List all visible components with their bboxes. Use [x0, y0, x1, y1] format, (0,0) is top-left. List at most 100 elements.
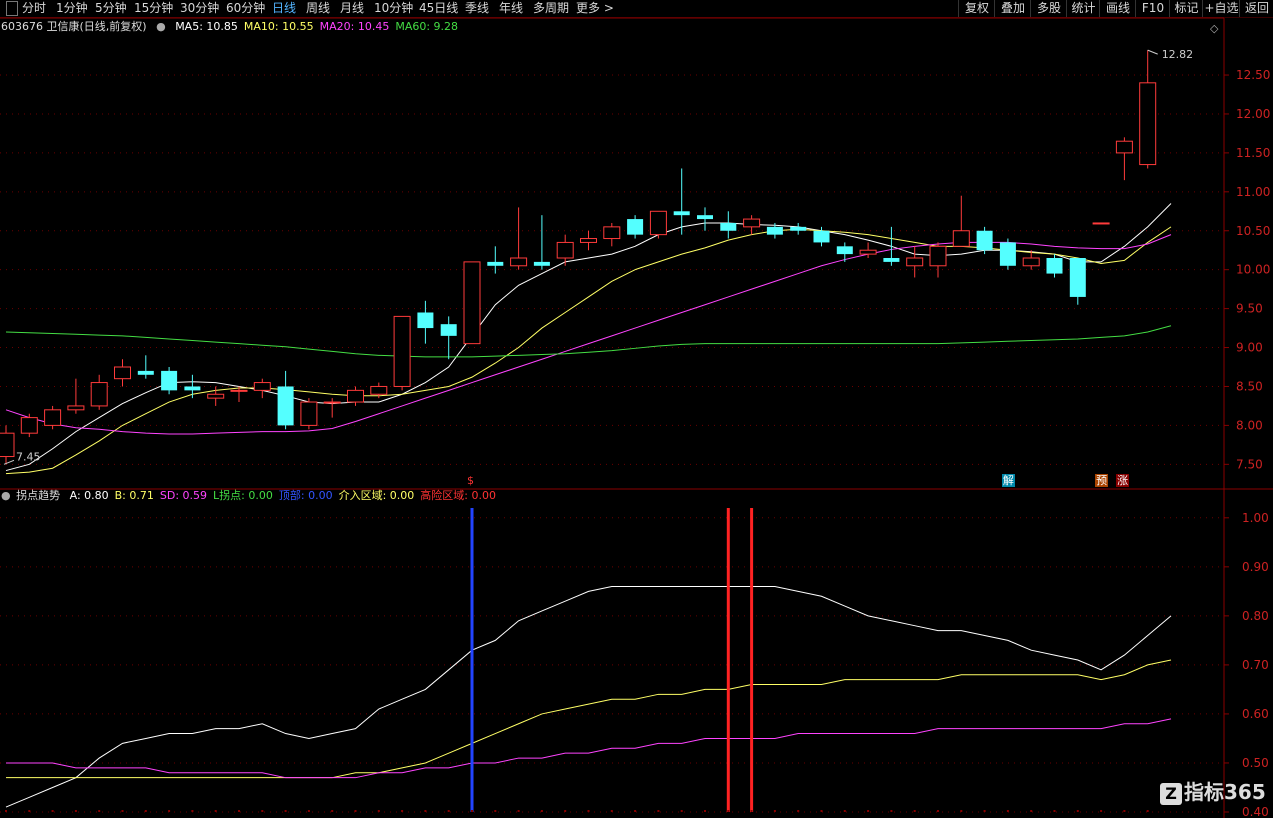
candle-body — [952, 230, 970, 247]
diamond-icon: ◇ — [1210, 22, 1219, 35]
signal-marker-3[interactable]: 涨 — [1116, 474, 1130, 487]
indicator-line-a — [5, 585, 1172, 808]
candle-body — [44, 409, 62, 426]
signal-marker-2[interactable]: 预 — [1095, 474, 1109, 487]
candle-body — [1092, 222, 1110, 225]
candle-body — [1046, 258, 1063, 274]
price-tick-label: 9.50 — [1236, 302, 1263, 316]
candle-body — [323, 401, 341, 404]
x-axis-dot — [28, 810, 31, 812]
candle-body — [883, 258, 900, 262]
indicator-tick-label: 0.40 — [1242, 805, 1269, 818]
candle-body — [1069, 258, 1086, 297]
indicator-tick-label: 1.00 — [1242, 511, 1269, 525]
x-axis-dot — [5, 810, 7, 812]
x-axis-dot — [610, 810, 613, 812]
x-axis-dot — [820, 810, 823, 812]
price-tick-label: 8.50 — [1236, 379, 1263, 393]
candle-body — [649, 210, 667, 236]
candle-body — [1115, 140, 1133, 154]
x-axis-dot — [377, 810, 380, 812]
candle-body — [603, 226, 621, 240]
candle-body — [929, 245, 947, 267]
x-axis-dot — [1123, 810, 1126, 812]
x-axis-dot — [587, 810, 590, 812]
candle-body — [230, 389, 248, 392]
candle-body — [743, 218, 761, 228]
x-axis-dot — [634, 810, 637, 812]
x-axis-dot — [704, 810, 706, 812]
candle-body — [627, 219, 644, 235]
ma-line-ma10 — [5, 226, 1172, 475]
candle-body — [370, 385, 388, 395]
x-axis-dot — [354, 810, 357, 812]
low-price-label: 7.45 — [16, 450, 41, 463]
candle-body — [137, 370, 154, 375]
x-axis-dot — [727, 810, 730, 812]
candle-body — [114, 366, 131, 380]
candle-body — [300, 401, 318, 426]
kline-chart[interactable]: 7.50 8.00 8.50 9.00 9.50 10.00 10.50 11.00 11.50… — [0, 0, 1273, 818]
candle-body — [836, 246, 853, 255]
candle-body — [277, 386, 294, 426]
x-axis-dot — [447, 810, 450, 812]
candle-body — [463, 261, 481, 345]
candle-body — [440, 324, 457, 336]
candle-body — [510, 257, 528, 267]
candle-body — [580, 238, 597, 243]
candle-body — [697, 215, 713, 220]
high-pointer — [1147, 49, 1158, 55]
x-axis-dot — [74, 810, 77, 812]
price-tick-label: 11.50 — [1236, 146, 1270, 160]
x-axis-dot — [331, 810, 334, 812]
x-axis-dot — [401, 810, 404, 812]
x-axis-dot — [797, 810, 800, 812]
x-axis-dot — [913, 810, 916, 812]
signal-bar — [470, 508, 474, 812]
candle-body — [393, 315, 411, 387]
x-axis-dot — [937, 810, 939, 812]
price-tick-label: 8.00 — [1236, 418, 1263, 432]
price-tick-label: 9.00 — [1236, 341, 1263, 355]
price-tick-label: 10.00 — [1236, 263, 1270, 277]
signal-bar — [726, 508, 730, 812]
price-tick-label: 10.50 — [1236, 224, 1270, 238]
candle-body — [20, 417, 38, 434]
x-axis-dot — [1146, 810, 1149, 812]
candle-body — [999, 242, 1016, 266]
indicator-line-b — [6, 659, 1172, 779]
x-axis-dot — [867, 810, 870, 812]
candle-body — [347, 389, 364, 403]
candle-body — [0, 432, 15, 458]
x-axis-dot — [1053, 810, 1056, 812]
price-tick-label: 7.50 — [1236, 457, 1263, 471]
x-axis-dot — [564, 810, 567, 812]
x-axis-dot — [261, 810, 264, 812]
candle-body — [533, 261, 550, 266]
x-axis-dot — [540, 810, 543, 812]
candle-body — [253, 382, 271, 391]
candle-body — [1139, 82, 1157, 166]
signal-bar — [750, 508, 754, 812]
signal-marker-1[interactable]: 解 — [1001, 474, 1015, 487]
x-axis-dot — [517, 810, 520, 812]
ma-line-ma60 — [5, 325, 1172, 358]
candle-body — [161, 370, 178, 391]
candle-body — [790, 226, 807, 231]
signal-marker-0[interactable]: $ — [466, 474, 475, 487]
price-tick-label: 11.00 — [1236, 185, 1270, 199]
x-axis-dot — [890, 810, 893, 812]
x-axis-dot — [307, 810, 310, 812]
indicator-tick-label: 0.90 — [1242, 560, 1269, 574]
watermark-text: 指标365 — [1184, 780, 1266, 804]
candle-body — [673, 211, 690, 216]
indicator-tick-label: 0.80 — [1242, 609, 1269, 623]
candle-body — [766, 226, 783, 235]
indicator-tick-label: 0.60 — [1242, 707, 1269, 721]
watermark-logo: Z 指标365 — [1160, 776, 1266, 805]
x-axis-dot — [121, 810, 124, 812]
x-axis-dot — [284, 810, 287, 812]
indicator-tick-label: 0.50 — [1242, 756, 1269, 770]
x-axis-dot — [51, 810, 54, 812]
candle-body — [184, 386, 201, 391]
